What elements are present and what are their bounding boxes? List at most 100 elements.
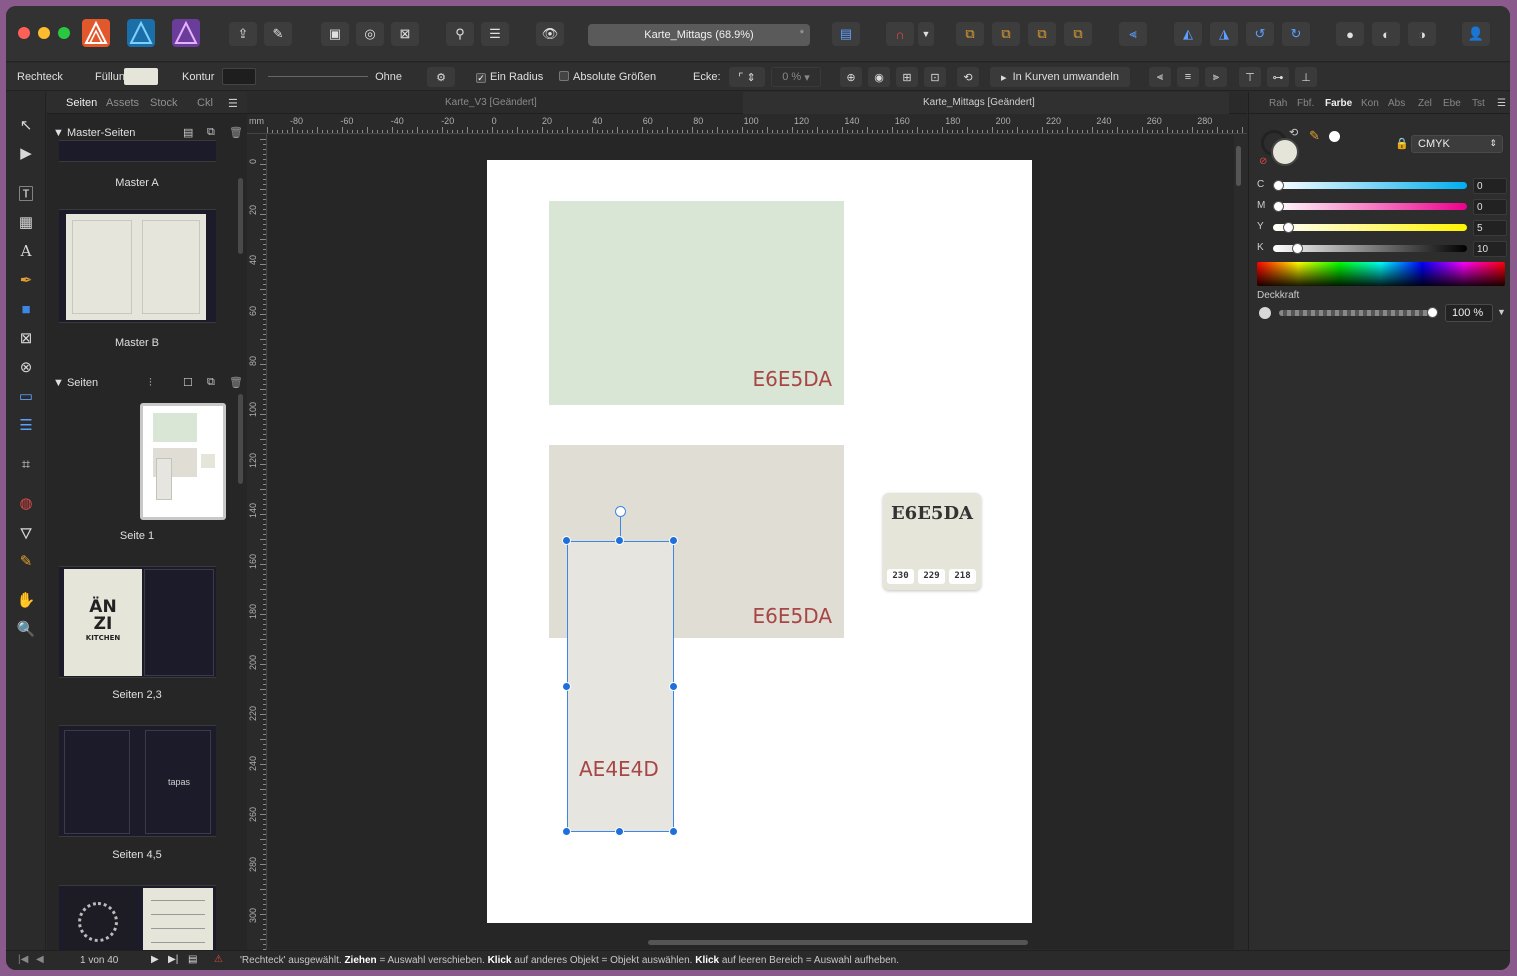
slider-value-c[interactable]: 0	[1473, 178, 1507, 194]
first-page-icon[interactable]: |◀	[18, 954, 28, 965]
pen-tool-icon[interactable]: ✒	[15, 269, 37, 291]
view-mode-bleed-icon[interactable]: ◎	[356, 22, 384, 46]
flip-vertical-icon[interactable]: ◮	[1210, 22, 1238, 46]
tab-paragraph[interactable]: Abs	[1388, 98, 1405, 109]
tab-layers[interactable]: Ebe	[1443, 98, 1461, 109]
slider-value-k[interactable]: 10	[1473, 241, 1507, 257]
opacity-slider-track[interactable]	[1279, 310, 1433, 316]
ellipse-frame-tool-icon[interactable]: ⊗	[15, 356, 37, 378]
tab-character[interactable]: Zel	[1418, 98, 1432, 109]
slider-knob-k[interactable]	[1292, 243, 1304, 254]
fill-swatch[interactable]	[124, 68, 158, 85]
panel-menu-icon[interactable]: ☰	[228, 97, 238, 110]
tab-contour[interactable]: Kon	[1361, 98, 1379, 109]
horizontal-ruler[interactable]: mm -80 -60 -40 -20 0 20 40 60 80 100 120 140 160 180 2…	[247, 114, 1247, 134]
master-a-thumbnail[interactable]	[59, 140, 216, 162]
tab-text-styles[interactable]: Tst	[1472, 98, 1485, 109]
fill-color-well[interactable]	[1271, 138, 1299, 166]
opacity-field[interactable]: 100 %	[1445, 304, 1493, 322]
hand-tool-icon[interactable]: ✋	[15, 589, 37, 611]
align-bottom-icon[interactable]: ⊥	[1295, 67, 1317, 87]
align-left-icon[interactable]: ⫷	[1149, 67, 1171, 87]
resize-handle-bottom-left[interactable]	[562, 827, 571, 836]
convert-to-curves-button[interactable]: ▸ In Kurven umwandeln	[990, 67, 1130, 87]
align-top-icon[interactable]: ⊤	[1239, 67, 1261, 87]
pages-4-5-thumbnail[interactable]: tapas	[59, 725, 216, 837]
canvas-vertical-scrollbar[interactable]	[1236, 146, 1241, 186]
rectangle-2-label[interactable]: E6E5DA	[753, 604, 832, 628]
duplicate-page-icon[interactable]: ⧉	[207, 376, 215, 389]
page-counter[interactable]: 1 von 40	[80, 955, 118, 966]
lock-icon[interactable]: 🔒	[1395, 137, 1409, 150]
fit-icon[interactable]: ⊞	[896, 67, 918, 87]
color-picker-tool-icon[interactable]: ◍	[15, 492, 37, 514]
absolute-sizes-checkbox[interactable]: Absolute Größen	[559, 71, 656, 83]
fill-tool-icon[interactable]: 🜄	[15, 521, 37, 543]
view-mode-clip-icon[interactable]: ⊠	[391, 22, 419, 46]
publisher-persona-icon[interactable]	[82, 19, 110, 47]
slider-knob-y[interactable]	[1282, 222, 1294, 233]
tab-karte-v3[interactable]: Karte_V3 [Geändert]	[445, 97, 537, 108]
next-page-icon[interactable]: ▶	[151, 954, 159, 965]
view-mode-normal-icon[interactable]: ▣	[321, 22, 349, 46]
stroke-settings-gear-icon[interactable]: ⚙	[427, 67, 455, 87]
preview-eye-icon[interactable]: ◉	[868, 67, 890, 87]
artistic-text-tool-icon[interactable]: A	[15, 240, 37, 262]
opacity-dropdown-chevron-icon[interactable]: ▼	[1497, 307, 1506, 317]
assistant-icon[interactable]: ✎	[264, 22, 292, 46]
crop-icon[interactable]: ⊡	[924, 67, 946, 87]
master-pages-scrollbar[interactable]	[238, 178, 243, 254]
move-to-front-icon[interactable]: ⧉	[1064, 22, 1092, 46]
color-spectrum[interactable]	[1257, 262, 1505, 286]
zoom-tool-icon[interactable]: 🔍	[15, 618, 37, 640]
resize-handle-bottom-right[interactable]	[669, 827, 678, 836]
resize-handle-left[interactable]	[562, 682, 571, 691]
resize-handle-right[interactable]	[669, 682, 678, 691]
rotate-right-icon[interactable]: ↻	[1282, 22, 1310, 46]
snapping-dropdown-chevron-icon[interactable]: ▼	[918, 22, 934, 46]
delete-master-icon[interactable]: 🗑	[229, 126, 243, 139]
slider-track-c[interactable]	[1273, 182, 1467, 189]
document-page[interactable]: E6E5DA E6E5DA AE4E4D E6E5DA 230 229 218	[487, 160, 1032, 923]
stroke-swatch[interactable]	[222, 68, 256, 85]
photo-persona-icon[interactable]	[172, 19, 200, 47]
pages-scrollbar[interactable]	[238, 394, 243, 484]
frame-text-tool-icon[interactable]: 🅃	[15, 182, 37, 204]
tab-assets[interactable]: Assets	[106, 97, 139, 109]
pages-2-3-thumbnail[interactable]: ÄN ZI KITCHEN	[59, 566, 216, 678]
stroke-style-selector[interactable]: Ohne	[262, 67, 408, 87]
one-radius-checkbox[interactable]: ✓ Ein Radius	[476, 71, 543, 83]
master-page-settings-icon[interactable]: ▤	[183, 126, 193, 139]
rotation-handle[interactable]	[615, 506, 626, 517]
tab-color[interactable]: Farbe	[1325, 98, 1352, 109]
preview-icon[interactable]: 👁	[536, 22, 564, 46]
tab-pages[interactable]: Seiten	[66, 97, 97, 109]
account-icon[interactable]: 👤	[1462, 22, 1490, 46]
pin-icon[interactable]: ⚲	[446, 22, 474, 46]
white-color-dot[interactable]	[1329, 131, 1340, 142]
convert-icon[interactable]: ⟲	[957, 67, 979, 87]
page-1-thumbnail[interactable]	[140, 403, 226, 520]
move-back-one-icon[interactable]: ⧉	[992, 22, 1020, 46]
table-tool-icon[interactable]: ▦	[15, 211, 37, 233]
slider-value-y[interactable]: 5	[1473, 220, 1507, 236]
resize-handle-top[interactable]	[615, 536, 624, 545]
slider-track-y[interactable]	[1273, 224, 1467, 231]
picture-frame-tool-icon[interactable]: ⊠	[15, 327, 37, 349]
page-options-icon[interactable]: ▤	[188, 954, 197, 965]
eyedropper-tool-icon[interactable]: ✎	[15, 550, 37, 572]
designer-persona-icon[interactable]	[127, 19, 155, 47]
text-wrap-icon[interactable]: ☰	[481, 22, 509, 46]
color-swatch-card[interactable]: E6E5DA 230 229 218	[883, 493, 981, 590]
right-panel-menu-icon[interactable]: ☰	[1497, 98, 1506, 109]
rotate-left-icon[interactable]: ↺	[1246, 22, 1274, 46]
snapping-magnet-icon[interactable]: ∩	[886, 22, 914, 46]
document-canvas[interactable]: E6E5DA E6E5DA AE4E4D E6E5DA 230 229 218	[268, 135, 1234, 949]
green-rectangle[interactable]: E6E5DA	[549, 201, 844, 405]
last-page-icon[interactable]: ▶|	[168, 954, 178, 965]
canvas-horizontal-scrollbar[interactable]	[648, 940, 1028, 945]
slider-track-m[interactable]	[1273, 203, 1467, 210]
zoom-window-button[interactable]	[58, 27, 70, 39]
move-forward-one-icon[interactable]: ⧉	[1028, 22, 1056, 46]
vertical-ruler[interactable]: 0 20 40 60 80 100 120 140 160 180 200 220 240 260 280 3…	[247, 134, 267, 950]
